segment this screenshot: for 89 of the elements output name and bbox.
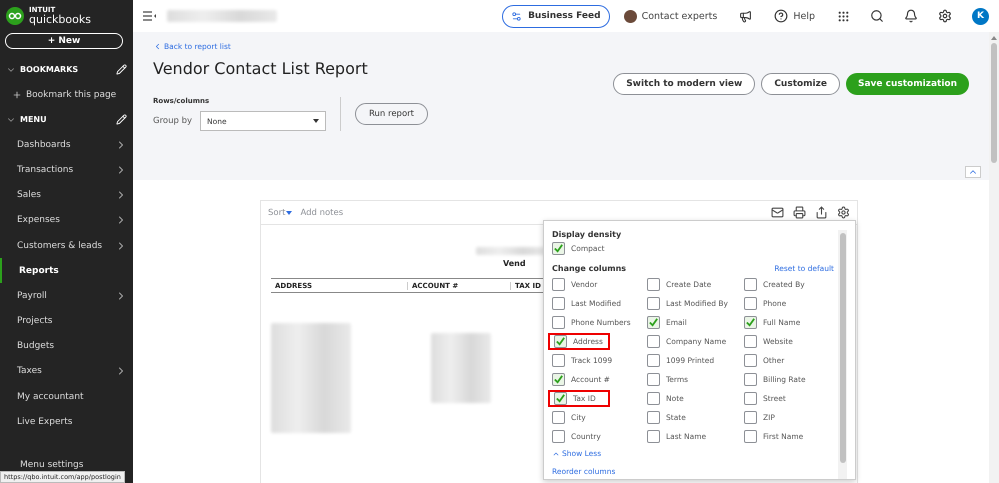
menu-settings-link[interactable]: Menu settings — [20, 460, 84, 470]
printer-icon[interactable] — [793, 206, 806, 219]
bell-icon[interactable] — [904, 9, 918, 23]
nav-item[interactable]: Reports — [19, 266, 127, 276]
checkbox[interactable] — [552, 354, 565, 367]
pencil-icon[interactable] — [116, 114, 127, 126]
field-label: Group by — [153, 116, 192, 126]
nav-item[interactable]: Taxes — [17, 366, 115, 376]
logo-icon — [6, 7, 24, 25]
checkbox[interactable] — [647, 297, 660, 310]
checkbox[interactable] — [647, 411, 660, 424]
contact-experts-button[interactable]: Contact experts — [624, 10, 718, 22]
checkmark-icon — [553, 374, 564, 385]
nav-item[interactable]: Transactions — [17, 164, 115, 175]
checkbox[interactable] — [552, 242, 565, 255]
run-report-button[interactable]: Run report — [355, 103, 428, 125]
nav-item[interactable]: Payroll — [17, 290, 115, 301]
report-subtitle: Vend — [503, 259, 526, 268]
nav-item[interactable]: My accountant — [17, 392, 127, 402]
blurred-text — [431, 333, 491, 403]
checkbox[interactable] — [552, 430, 565, 443]
report-title: Vendor Contact List Report — [153, 59, 369, 78]
checkmark-icon — [555, 336, 566, 347]
checkbox[interactable] — [647, 373, 660, 386]
section-title: MENU — [20, 115, 48, 124]
checkbox[interactable] — [552, 316, 565, 329]
checkbox[interactable] — [647, 278, 660, 291]
caret-icon — [313, 119, 320, 123]
new-button[interactable]: + New — [5, 33, 123, 49]
checkbox[interactable] — [647, 335, 660, 348]
export-icon[interactable] — [815, 206, 828, 219]
nav-item[interactable]: Budgets — [17, 341, 127, 352]
checkbox[interactable] — [744, 354, 757, 367]
product-name: quickbooks — [29, 14, 91, 25]
header-button[interactable]: Customize — [761, 73, 840, 95]
scrollbar[interactable] — [838, 230, 847, 479]
plus-icon — [12, 90, 22, 100]
checkbox[interactable] — [744, 411, 757, 424]
checkbox[interactable] — [744, 373, 757, 386]
checkmark-icon — [648, 317, 659, 328]
chevron-left-icon — [153, 42, 162, 51]
megaphone-icon[interactable] — [739, 10, 752, 22]
user-avatar[interactable]: K — [972, 8, 989, 24]
checkbox[interactable] — [552, 278, 565, 291]
caret-icon — [286, 210, 292, 214]
checkbox[interactable] — [647, 316, 660, 329]
avatar-icon — [624, 10, 637, 22]
header-button[interactable]: Switch to modern view — [613, 73, 756, 95]
nav-item[interactable]: Customers & leads — [17, 240, 115, 251]
apps-grid-icon[interactable] — [837, 10, 850, 22]
nav-item[interactable]: Expenses — [17, 215, 115, 226]
pencil-icon[interactable] — [116, 64, 127, 75]
help-icon — [774, 9, 788, 23]
nav-item[interactable]: Bookmark this page — [26, 90, 127, 100]
popover-heading: Display density — [552, 230, 622, 239]
nav-item[interactable]: Live Experts — [17, 416, 127, 427]
blurred-text — [476, 247, 546, 255]
menu-icon[interactable] — [143, 11, 157, 21]
section-title: BOOKMARKS — [20, 65, 80, 74]
help-button[interactable]: Help — [774, 9, 815, 23]
checkbox[interactable] — [744, 392, 757, 405]
nav-item[interactable]: Sales — [17, 190, 115, 200]
checkbox[interactable] — [552, 297, 565, 310]
business-feed-button[interactable]: Business Feed — [502, 4, 610, 28]
scroll-up-arrow-icon[interactable] — [991, 36, 997, 40]
checkbox[interactable] — [744, 335, 757, 348]
nav-item[interactable]: Projects — [17, 316, 127, 326]
checkbox[interactable] — [744, 278, 757, 291]
checkbox[interactable] — [552, 373, 565, 386]
settings-icon[interactable] — [938, 9, 952, 23]
mail-icon[interactable] — [771, 206, 784, 219]
popover-heading: Change columns — [552, 264, 626, 273]
search-icon[interactable] — [870, 9, 884, 23]
checkbox[interactable] — [744, 316, 757, 329]
checkmark-icon — [553, 243, 564, 254]
checkbox[interactable] — [744, 430, 757, 443]
checkbox[interactable] — [647, 430, 660, 443]
settings-icon[interactable] — [837, 206, 850, 219]
checkbox[interactable] — [647, 392, 660, 405]
scrollbar[interactable] — [989, 32, 999, 483]
checkbox[interactable] — [647, 354, 660, 367]
checkbox[interactable] — [552, 411, 565, 424]
nav-item[interactable]: Dashboards — [17, 140, 115, 150]
checkmark-icon — [555, 393, 566, 404]
collapse-button[interactable] — [965, 166, 981, 178]
checkbox[interactable] — [554, 392, 567, 405]
checkbox[interactable] — [554, 335, 567, 348]
checkmark-icon — [745, 317, 756, 328]
checkbox[interactable] — [744, 297, 757, 310]
